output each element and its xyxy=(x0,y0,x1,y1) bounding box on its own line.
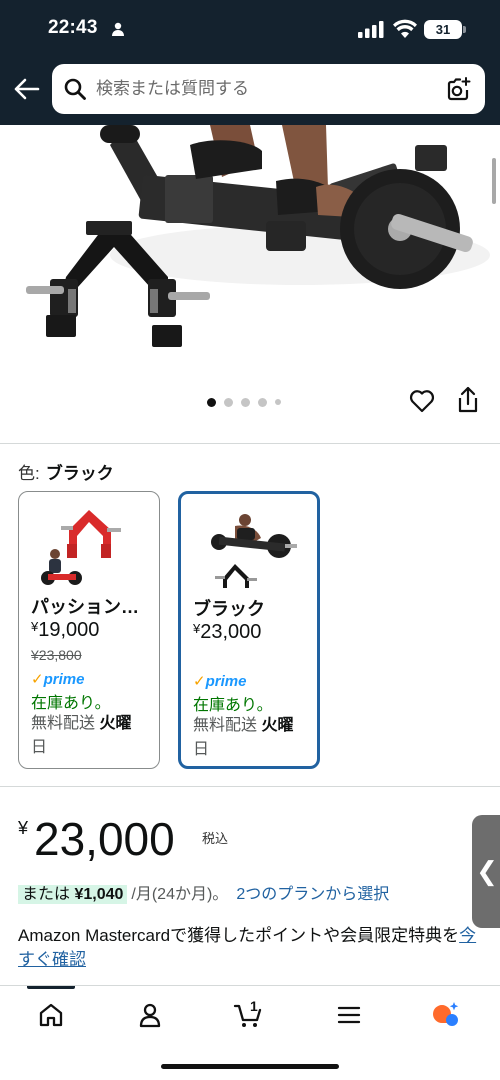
variant-stock: 在庫あり。 xyxy=(193,697,273,714)
status-bar: 22:43 31 xyxy=(0,0,500,60)
home-icon[interactable] xyxy=(36,1000,66,1030)
search-input[interactable] xyxy=(96,76,436,102)
section-divider xyxy=(0,443,500,444)
tax-note: 税込 xyxy=(202,831,229,846)
heart-icon[interactable] xyxy=(409,388,435,414)
signal-icon xyxy=(358,21,384,38)
color-label: 色: ブラック xyxy=(18,459,114,484)
plan-select-link[interactable]: 2つのプランから選択 xyxy=(236,886,389,903)
variant-price-value: 19,000 xyxy=(38,619,100,641)
variant-shipping: 無料配送 火曜日 xyxy=(31,712,149,760)
variant-shipping: 無料配送 火曜日 xyxy=(193,714,311,762)
installment-period: /月(24か月)。 xyxy=(131,886,229,903)
shipping-prefix: 無料配送 xyxy=(31,715,100,732)
prime-label: prime xyxy=(43,671,85,688)
wifi-icon xyxy=(393,19,417,38)
cart-count: 1 xyxy=(250,998,258,1014)
carousel-dot xyxy=(258,397,267,407)
home-indicator xyxy=(161,1064,339,1069)
card-promo-text: Amazon Mastercardで獲得したポイントや会員限定特典を xyxy=(18,926,460,945)
menu-icon[interactable] xyxy=(334,1000,364,1030)
cart-icon[interactable] xyxy=(233,1000,263,1030)
color-selected-value: ブラック xyxy=(45,464,114,483)
prime-badge: ✓prime xyxy=(31,670,84,688)
variant-stock: 在庫あり。 xyxy=(31,695,111,712)
status-time: 22:43 xyxy=(48,17,98,38)
battery-indicator: 31 xyxy=(424,20,462,39)
carousel-dot xyxy=(224,397,233,407)
variant-price-value: 23,000 xyxy=(200,621,262,643)
search-icon xyxy=(64,78,86,100)
shipping-day: 火曜 xyxy=(99,715,132,732)
variant-thumbnail xyxy=(41,510,121,585)
prime-badge: ✓prime xyxy=(193,672,246,690)
variant-card-passion[interactable]: パッション… ¥19,000 ¥23,800 ✓prime 在庫あり。 無料配送… xyxy=(18,491,160,769)
battery-tip xyxy=(463,26,466,33)
search-bar[interactable] xyxy=(52,64,485,114)
scroll-indicator xyxy=(492,158,496,204)
top-bar: 22:43 31 xyxy=(0,0,500,125)
assistant-icon[interactable] xyxy=(430,1000,460,1030)
shipping-day: 火曜 xyxy=(261,717,294,734)
variant-old-price: ¥23,800 xyxy=(31,647,82,663)
account-icon[interactable] xyxy=(135,1000,165,1030)
person-icon xyxy=(112,22,124,36)
variant-name: パッション… xyxy=(31,597,139,617)
prime-check-icon: ✓ xyxy=(193,673,206,690)
camera-lens-icon[interactable] xyxy=(445,76,471,102)
variant-name: ブラック xyxy=(193,599,265,619)
installment-prefix: または xyxy=(22,886,71,903)
carousel-dot xyxy=(207,397,216,407)
active-tab-marker xyxy=(27,986,75,989)
share-icon[interactable] xyxy=(456,386,480,414)
prime-check-icon: ✓ xyxy=(31,671,44,688)
variant-price: ¥19,000 xyxy=(31,619,99,642)
shipping-suffix: 日 xyxy=(193,741,210,758)
carousel-dots xyxy=(207,397,281,407)
shipping-prefix: 無料配送 xyxy=(193,717,262,734)
prime-label: prime xyxy=(205,673,247,690)
back-arrow-icon[interactable] xyxy=(12,75,40,103)
price-amount: 23,000 xyxy=(34,813,175,865)
price-currency: ¥ xyxy=(18,818,29,838)
installment-highlight: または ¥1,040 xyxy=(18,885,128,904)
carousel-dot xyxy=(275,399,281,405)
variant-card-black[interactable]: ブラック ¥23,000 ✓prime 在庫あり。 無料配送 火曜日 xyxy=(178,491,320,769)
carousel-dot xyxy=(241,397,250,407)
variant-thumbnail xyxy=(211,514,297,588)
variant-price: ¥23,000 xyxy=(193,621,261,644)
side-panel-tab[interactable]: ❮ xyxy=(472,815,500,928)
card-promo: Amazon Mastercardで獲得したポイントや会員限定特典を今すぐ確認 xyxy=(18,924,480,972)
installment-row: または ¥1,040/月(24か月)。 2つのプランから選択 xyxy=(18,880,389,904)
section-divider xyxy=(0,786,500,787)
color-key: 色: xyxy=(18,464,40,483)
installment-amount: ¥1,040 xyxy=(74,886,124,903)
shipping-suffix: 日 xyxy=(31,739,48,756)
